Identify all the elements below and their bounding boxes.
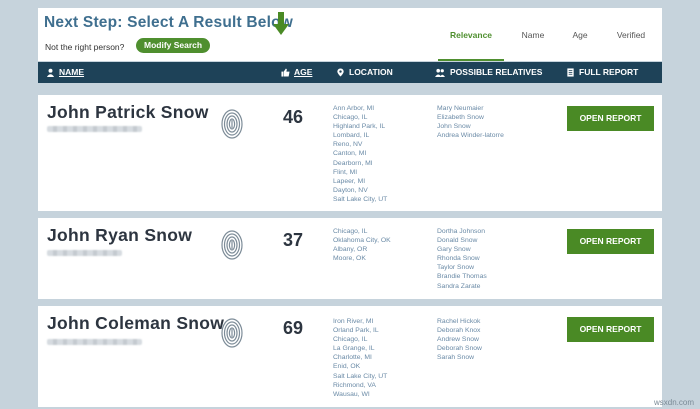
- map-pin-icon: [337, 68, 344, 77]
- document-icon: [567, 68, 574, 77]
- location-item: Salt Lake City, UT: [333, 195, 388, 203]
- relative-item: Mary Neumaier: [437, 105, 484, 112]
- relative-item: John Snow: [437, 123, 471, 131]
- location-item: Moore, OK: [333, 255, 366, 263]
- fingerprint-icon: [221, 318, 243, 348]
- location-item: La Grange, IL: [333, 345, 375, 353]
- fingerprint-icon: [221, 230, 243, 260]
- relative-item: Sandra Zarate: [437, 282, 481, 290]
- relative-item: Sarah Snow: [437, 354, 475, 362]
- location-item: Iron River, MI: [333, 318, 374, 325]
- page-title: Next Step: Select A Result Below: [44, 14, 294, 31]
- location-item: Orland Park, IL: [333, 327, 379, 335]
- blurred-detail: [47, 339, 142, 345]
- relatives-list: Dortha Johnson Donald Snow Gary Snow Rho…: [437, 227, 487, 291]
- relative-item: Gary Snow: [437, 246, 471, 254]
- location-list: Chicago, IL Oklahoma City, OK Albany, OR…: [333, 227, 391, 263]
- location-item: Reno, NV: [333, 141, 363, 149]
- not-right-person-text: Not the right person?: [45, 42, 125, 52]
- location-item: Dearborn, MI: [333, 159, 373, 167]
- location-item: Richmond, VA: [333, 381, 376, 389]
- location-item: Lombard, IL: [333, 132, 370, 140]
- location-list: Ann Arbor, MI Chicago, IL Highland Park,…: [333, 104, 387, 204]
- location-item: Charlotte, MI: [333, 354, 372, 362]
- person-name: John Patrick Snow: [47, 102, 209, 122]
- relative-item: Rachel Hickok: [437, 318, 481, 325]
- person-age: 69: [283, 318, 304, 338]
- column-report: FULL REPORT: [566, 62, 638, 83]
- location-item: Ann Arbor, MI: [333, 105, 375, 112]
- relatives-list: Mary Neumaier Elizabeth Snow John Snow A…: [437, 104, 504, 140]
- location-item: Dayton, NV: [333, 186, 368, 194]
- location-item: Canton, MI: [333, 150, 367, 158]
- column-relatives: POSSIBLE RELATIVES: [434, 62, 542, 83]
- modify-search-button[interactable]: Modify Search: [136, 38, 211, 53]
- location-list: Iron River, MI Orland Park, IL Chicago, …: [333, 317, 387, 399]
- open-report-button[interactable]: OPEN REPORT: [567, 229, 654, 254]
- column-relatives-label: POSSIBLE RELATIVES: [450, 67, 543, 77]
- relative-item: Deborah Snow: [437, 345, 482, 353]
- relative-item: Andrew Snow: [437, 336, 479, 344]
- location-item: Chicago, IL: [333, 114, 368, 122]
- result-card: John Patrick Snow 46 Ann Arbor, MI Chica…: [38, 95, 662, 211]
- results-topbar: Next Step: Select A Result Below Not the…: [38, 8, 662, 61]
- blurred-detail: [47, 250, 122, 256]
- person-name: John Coleman Snow: [47, 313, 225, 333]
- column-name[interactable]: NAME: [46, 62, 84, 83]
- relative-item: Dortha Johnson: [437, 228, 485, 235]
- result-card: John Coleman Snow 69 Iron River, MI Orla…: [38, 306, 662, 407]
- people-icon: [435, 68, 445, 77]
- relative-item: Andrea Winder-latorre: [437, 132, 504, 140]
- relative-item: Taylor Snow: [437, 264, 475, 272]
- relative-item: Rhonda Snow: [437, 255, 480, 263]
- column-location-label: LOCATION: [349, 67, 393, 77]
- location-item: Albany, OR: [333, 246, 368, 254]
- location-item: Enid, OK: [333, 363, 361, 371]
- tab-relevance[interactable]: Relevance: [438, 26, 504, 61]
- thumbs-up-icon: [281, 68, 290, 77]
- location-item: Oklahoma City, OK: [333, 237, 391, 245]
- location-item: Highland Park, IL: [333, 123, 386, 131]
- column-age[interactable]: AGE: [281, 62, 312, 83]
- location-item: Flint, MI: [333, 168, 358, 176]
- column-location: LOCATION: [336, 62, 393, 83]
- watermark: wsxdn.com: [653, 398, 694, 407]
- location-item: Lapeer, MI: [333, 177, 366, 185]
- location-item: Chicago, IL: [333, 336, 368, 344]
- open-report-button[interactable]: OPEN REPORT: [567, 317, 654, 342]
- blurred-detail: [47, 126, 142, 132]
- relative-item: Deborah Knox: [437, 327, 481, 335]
- location-item: Chicago, IL: [333, 228, 368, 235]
- column-name-label: NAME: [59, 67, 85, 77]
- tab-verified[interactable]: Verified: [608, 26, 654, 61]
- fingerprint-icon: [221, 109, 243, 139]
- column-report-label: FULL REPORT: [579, 67, 639, 77]
- person-age: 46: [283, 107, 304, 127]
- result-card: John Ryan Snow 37 Chicago, IL Oklahoma C…: [38, 218, 662, 299]
- relative-item: Brandie Thomas: [437, 273, 487, 281]
- tab-name[interactable]: Name: [514, 26, 552, 61]
- person-age: 37: [283, 230, 304, 250]
- open-report-button[interactable]: OPEN REPORT: [567, 106, 654, 131]
- location-item: Wausau, WI: [333, 390, 370, 398]
- down-arrow-icon: [273, 12, 289, 35]
- results-table-header: NAME AGE LOCATION POSSIBLE RELATIVES FUL…: [38, 62, 662, 83]
- relatives-list: Rachel Hickok Deborah Knox Andrew Snow D…: [437, 317, 482, 362]
- person-icon: [46, 68, 55, 77]
- relative-item: Elizabeth Snow: [437, 114, 484, 122]
- relative-item: Donald Snow: [437, 237, 478, 245]
- column-age-label: AGE: [294, 67, 313, 77]
- person-name: John Ryan Snow: [47, 225, 193, 245]
- location-item: Salt Lake City, UT: [333, 372, 388, 380]
- tab-age[interactable]: Age: [562, 26, 598, 61]
